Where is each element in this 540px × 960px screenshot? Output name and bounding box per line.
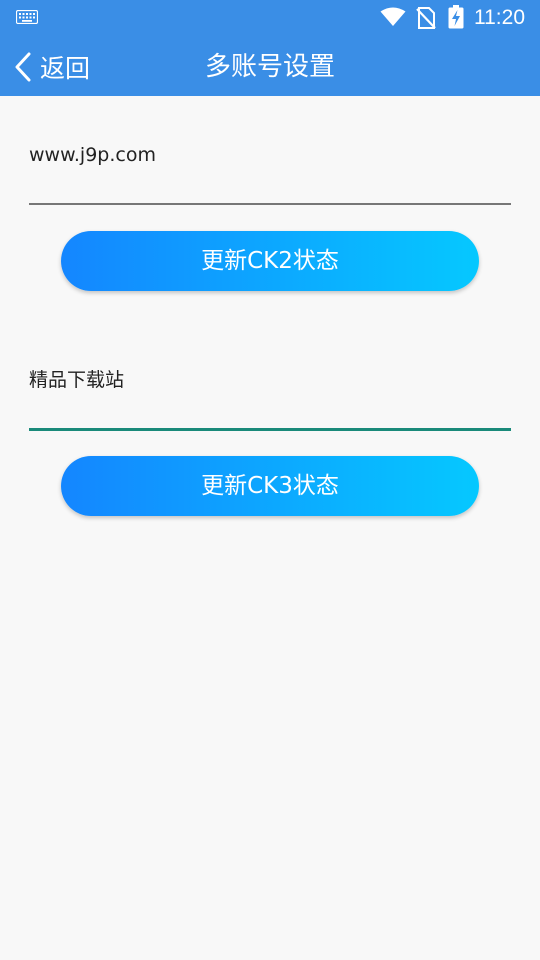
no-sim-icon [416, 7, 436, 29]
account-field-2-underline [29, 428, 511, 431]
status-bar: 11:20 [0, 0, 540, 36]
wifi-icon [380, 7, 406, 26]
update-ck3-button[interactable]: 更新CK3状态 [61, 456, 479, 516]
account-field-2-value: 精品下载站 [29, 369, 125, 391]
page-title: 多账号设置 [204, 52, 335, 82]
keyboard-icon [16, 10, 38, 24]
account-field-1[interactable]: www.j9p.com [29, 143, 511, 205]
battery-charging-icon [448, 5, 464, 29]
app-header: 11:20 返回 多账号设置 [0, 0, 540, 96]
status-time: 11:20 [474, 6, 525, 29]
account-field-1-underline [29, 203, 511, 205]
account-field-2[interactable]: 精品下载站 [29, 368, 511, 431]
back-button[interactable]: 返回 [10, 46, 110, 88]
update-ck2-button[interactable]: 更新CK2状态 [61, 231, 479, 291]
account-field-1-value: www.j9p.com [29, 144, 156, 166]
content-area: www.j9p.com 更新CK2状态 精品下载站 更新CK3状态 [0, 96, 540, 960]
chevron-left-icon [15, 52, 31, 82]
back-label: 返回 [40, 54, 91, 83]
